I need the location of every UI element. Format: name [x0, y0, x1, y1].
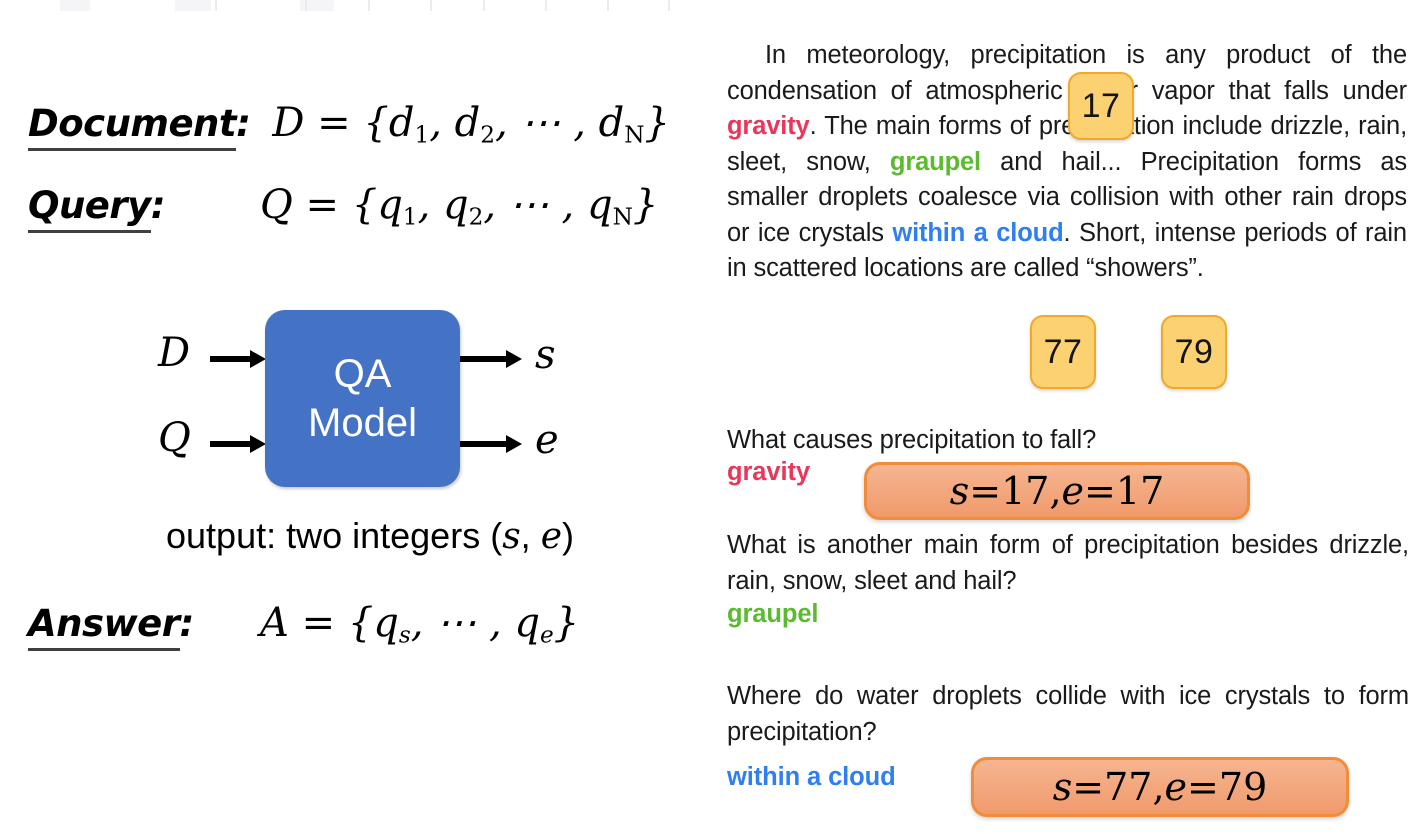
output-caption-comma: , — [520, 515, 541, 556]
span-1-s-val: 17 — [1001, 469, 1050, 513]
qa-model-node[interactable]: QA Model — [265, 310, 460, 487]
span-3-sep: , — [1152, 765, 1165, 809]
span-1-eq-2: = — [1084, 469, 1116, 513]
answer-label: Answer: — [28, 602, 238, 651]
token-index-badge-77[interactable]: 77 — [1030, 315, 1096, 389]
output-label-e: e — [535, 417, 559, 463]
keyword-within-a-cloud: within a cloud — [892, 218, 1064, 247]
span-1-e-val: 17 — [1115, 469, 1165, 513]
qa-model-line-1: QA — [333, 351, 392, 396]
qa-model-flow-diagram: D Q QA Model s e — [140, 305, 590, 500]
left-diagram-panel: Document: D = {d1, d2, ⋯ , dN} Query: Q … — [0, 0, 709, 834]
input-label-d: D — [158, 330, 191, 376]
token-index-badge-17[interactable]: 17 — [1068, 72, 1134, 140]
answer-2: graupel — [727, 600, 819, 628]
output-caption-suffix: ) — [562, 515, 574, 556]
span-3-s-var: s — [1052, 765, 1073, 809]
answer-definition-row: Answer: A = {qs, ⋯ , qe} — [28, 600, 580, 651]
span-3-s-val: 77 — [1104, 765, 1153, 809]
slide-canvas: Document: D = {d1, d2, ⋯ , dN} Query: Q … — [0, 0, 1418, 834]
keyword-gravity: gravity — [727, 112, 810, 140]
span-1-e-var: e — [1061, 469, 1085, 513]
query-label: Query: — [28, 184, 238, 233]
arrow-q-to-model — [210, 435, 266, 453]
answer-formula: A = {qs, ⋯ , qe} — [260, 600, 580, 649]
output-caption-var-e: e — [540, 516, 562, 557]
output-caption-var-s: s — [502, 516, 521, 557]
right-passage-panel: In meteorology, precipitation is any pro… — [709, 0, 1418, 834]
passage-text-1: In meteorology, precipitation is any pro… — [727, 41, 1407, 105]
question-1: What causes precipitation to fall? — [727, 426, 1097, 454]
arrow-d-to-model — [210, 350, 266, 368]
span-3-e-var: e — [1164, 765, 1188, 809]
token-index-badge-79[interactable]: 79 — [1161, 315, 1227, 389]
span-pill-3[interactable]: s = 77, e = 79 — [971, 757, 1349, 817]
span-pill-1[interactable]: s = 17, e = 17 — [864, 462, 1250, 520]
keyword-graupel: graupel — [889, 147, 981, 176]
span-1-s-var: s — [949, 469, 970, 513]
span-3-e-val: 79 — [1218, 765, 1268, 809]
query-formula: Q = {q1, q2, ⋯ , qN} — [260, 182, 659, 231]
span-3-eq-1: = — [1072, 765, 1105, 809]
query-definition-row: Query: Q = {q1, q2, ⋯ , qN} — [28, 182, 659, 233]
span-1-sep: , — [1049, 469, 1062, 513]
document-formula: D = {d1, d2, ⋯ , dN} — [272, 100, 670, 149]
question-2: What is another main form of precipitati… — [727, 531, 1409, 595]
span-3-eq-2: = — [1187, 765, 1219, 809]
answer-3: within a cloud — [727, 763, 896, 791]
passage-paragraph: In meteorology, precipitation is any pro… — [727, 38, 1407, 287]
output-caption: output: two integers (s, e) — [60, 515, 680, 557]
arrow-model-to-e — [460, 435, 522, 453]
input-label-q: Q — [158, 415, 191, 461]
output-label-s: s — [535, 332, 556, 378]
span-1-eq-1: = — [969, 469, 1002, 513]
document-definition-row: Document: D = {d1, d2, ⋯ , dN} — [28, 100, 670, 151]
answer-1: gravity — [727, 458, 810, 486]
arrow-model-to-s — [460, 350, 522, 368]
document-label: Document: — [28, 102, 251, 151]
qa-model-line-2: Model — [308, 400, 417, 445]
output-caption-prefix: output: two integers ( — [166, 515, 503, 556]
question-3: Where do water droplets collide with ice… — [727, 682, 1409, 746]
